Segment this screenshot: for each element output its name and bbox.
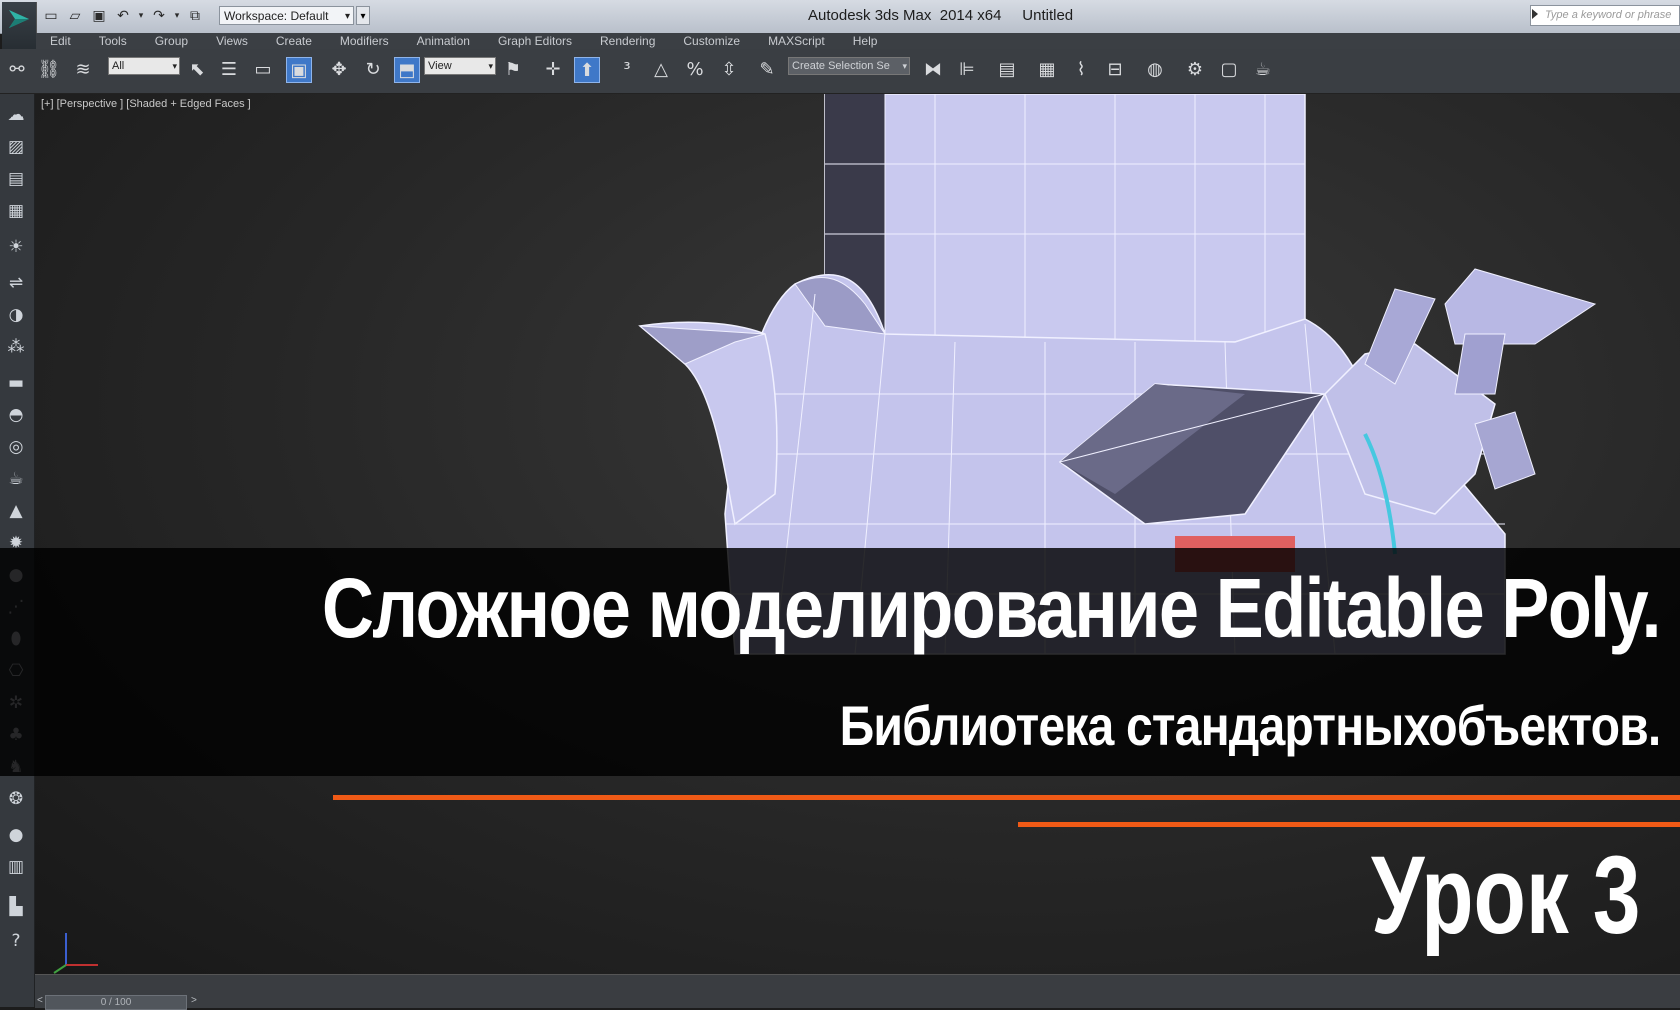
help-icon[interactable]: ? [3, 928, 29, 954]
align-icon[interactable]: ⊫ [954, 57, 980, 83]
dome-icon[interactable]: ◓ [3, 402, 29, 428]
curve-editor-icon[interactable]: ⌇ [1068, 57, 1094, 83]
main-toolbar: ⚯ ⛓ ≋ All ▾ ⬉ ☰ ▭ ▣ ✥ ↻ ⬒ View ▾ ⚑ ✛ ⬆ ³… [0, 49, 1680, 94]
axis-gizmo-icon [53, 933, 98, 974]
timeline-bar: < 0 / 100 > [35, 974, 1680, 1010]
accent-divider-long [333, 795, 1680, 800]
undo-dropdown-icon[interactable]: ▾ [136, 5, 146, 27]
sphere-icon[interactable]: ● [3, 822, 29, 848]
menu-create[interactable]: Create [262, 33, 326, 49]
window-title: Autodesk 3ds Max 2014 x64 Untitled [808, 7, 1074, 24]
image-icon[interactable]: ▨ [3, 134, 29, 160]
search-expand-icon[interactable] [1532, 9, 1538, 19]
teapot-create-icon[interactable]: ☁ [3, 102, 29, 128]
graphite-ribbon-icon[interactable]: ▦ [1034, 57, 1060, 83]
title-bar: ▭ ▱ ▣ ↶ ▾ ↷ ▾ ⧉ Workspace: Default ▾ ▾ A… [0, 0, 1680, 34]
table-icon[interactable]: ▦ [3, 198, 29, 224]
search-input[interactable]: Type a keyword or phrase [1530, 5, 1680, 26]
selection-filter-select[interactable]: All ▾ [108, 57, 180, 75]
render-production-icon[interactable]: ☕ [1250, 57, 1276, 83]
reference-coordinate-select[interactable]: View ▾ [424, 57, 496, 75]
sphere-half-icon[interactable]: ◑ [3, 302, 29, 328]
menu-maxscript[interactable]: MAXScript [754, 33, 839, 49]
save-icon[interactable]: ▣ [88, 5, 110, 27]
project-folder-icon[interactable]: ⧉ [184, 5, 206, 27]
move-icon[interactable]: ✥ [326, 57, 352, 83]
render-setup-icon[interactable]: ⚙ [1182, 57, 1208, 83]
bind-space-warp-icon[interactable]: ≋ [70, 57, 96, 83]
select-object-icon[interactable]: ⬉ [184, 57, 210, 83]
new-file-icon[interactable]: ▭ [40, 5, 62, 27]
rendered-frame-window-icon[interactable]: ▢ [1216, 57, 1242, 83]
angle-snap-icon[interactable]: △ [648, 57, 674, 83]
named-selection-placeholder: Create Selection Se [792, 60, 890, 72]
torus-icon[interactable]: ◎ [3, 434, 29, 460]
redo-icon[interactable]: ↷ [148, 5, 170, 27]
menu-group[interactable]: Group [141, 33, 202, 49]
quick-access-toolbar: ▭ ▱ ▣ ↶ ▾ ↷ ▾ ⧉ [40, 5, 206, 27]
rotate-icon[interactable]: ↻ [360, 57, 386, 83]
open-file-icon[interactable]: ▱ [64, 5, 86, 27]
reference-coordinate-value: View [428, 60, 452, 72]
rectangular-selection-icon[interactable]: ▭ [250, 57, 276, 83]
cone-icon[interactable]: ▲ [3, 498, 29, 524]
snaps-toggle-icon[interactable]: ³ [614, 57, 640, 83]
chevron-down-icon: ▾ [344, 11, 350, 22]
chevron-down-icon: ▾ [902, 61, 907, 71]
spiral-icon[interactable]: ❂ [3, 786, 29, 812]
lesson-number: Урок 3 [1370, 834, 1640, 957]
mirror-icon[interactable]: ⧓ [920, 57, 946, 83]
document-icon[interactable]: ▤ [3, 166, 29, 192]
named-selection-set-input[interactable]: Create Selection Se ▾ [788, 57, 910, 75]
schematic-view-icon[interactable]: ⊟ [1102, 57, 1128, 83]
select-by-name-icon[interactable]: ☰ [216, 57, 242, 83]
lesson-subtitle: Библиотека стандартныхобъектов. [839, 694, 1661, 757]
time-slider[interactable]: 0 / 100 [45, 995, 187, 1010]
menu-modifiers[interactable]: Modifiers [326, 33, 403, 49]
menu-rendering[interactable]: Rendering [586, 33, 669, 49]
menu-edit[interactable]: Edit [36, 33, 85, 49]
edit-named-selection-icon[interactable]: ✎ [754, 57, 780, 83]
link-icon[interactable]: ⚯ [4, 57, 30, 83]
percent-snap-icon[interactable]: % [682, 57, 708, 83]
spinner-snap-icon[interactable]: ⇳ [716, 57, 742, 83]
pivot-center-icon[interactable]: ⚑ [500, 57, 526, 83]
menu-tools[interactable]: Tools [85, 33, 141, 49]
prev-frame-icon[interactable]: < [37, 995, 43, 1006]
light-icon[interactable]: ☀ [3, 234, 29, 260]
redo-dropdown-icon[interactable]: ▾ [172, 5, 182, 27]
building-icon[interactable]: ▥ [3, 854, 29, 880]
menu-views[interactable]: Views [202, 33, 262, 49]
particles-icon[interactable]: ⁂ [3, 334, 29, 360]
stack-icon[interactable]: ▙ [3, 894, 29, 920]
menu-help[interactable]: Help [839, 33, 892, 49]
chevron-down-icon: ▾ [488, 61, 493, 71]
unlink-icon[interactable]: ⛓ [36, 57, 62, 83]
keyboard-shortcut-override-icon[interactable]: ⬆ [574, 57, 600, 83]
3dsmax-logo-icon [9, 10, 29, 28]
undo-icon[interactable]: ↶ [112, 5, 134, 27]
menu-customize[interactable]: Customize [669, 33, 754, 49]
window-crossing-icon[interactable]: ▣ [286, 57, 312, 83]
manipulate-icon[interactable]: ✛ [540, 57, 566, 83]
layer-manager-icon[interactable]: ▤ [994, 57, 1020, 83]
teapot-icon[interactable]: ☕ [3, 466, 29, 492]
material-editor-icon[interactable]: ◍ [1142, 57, 1168, 83]
workspace-select[interactable]: Workspace: Default ▾ [219, 6, 354, 25]
menu-bar: Edit Tools Group Views Create Modifiers … [36, 33, 1680, 49]
filmstrip-icon[interactable]: ⇌ [3, 270, 29, 296]
selection-filter-value: All [112, 60, 125, 72]
lesson-title: Сложное моделирование Editable Poly. [321, 561, 1662, 655]
chevron-down-icon: ▾ [172, 61, 177, 71]
accent-divider-short [1018, 822, 1680, 827]
menu-graph-editors[interactable]: Graph Editors [484, 33, 586, 49]
workspace-dropdown-button[interactable]: ▾ [356, 6, 370, 25]
next-frame-icon[interactable]: > [191, 995, 197, 1006]
menu-animation[interactable]: Animation [403, 33, 484, 49]
workspace-value: Workspace: Default [224, 9, 329, 23]
scale-icon[interactable]: ⬒ [394, 57, 420, 83]
box-icon[interactable]: ▬ [3, 370, 29, 396]
